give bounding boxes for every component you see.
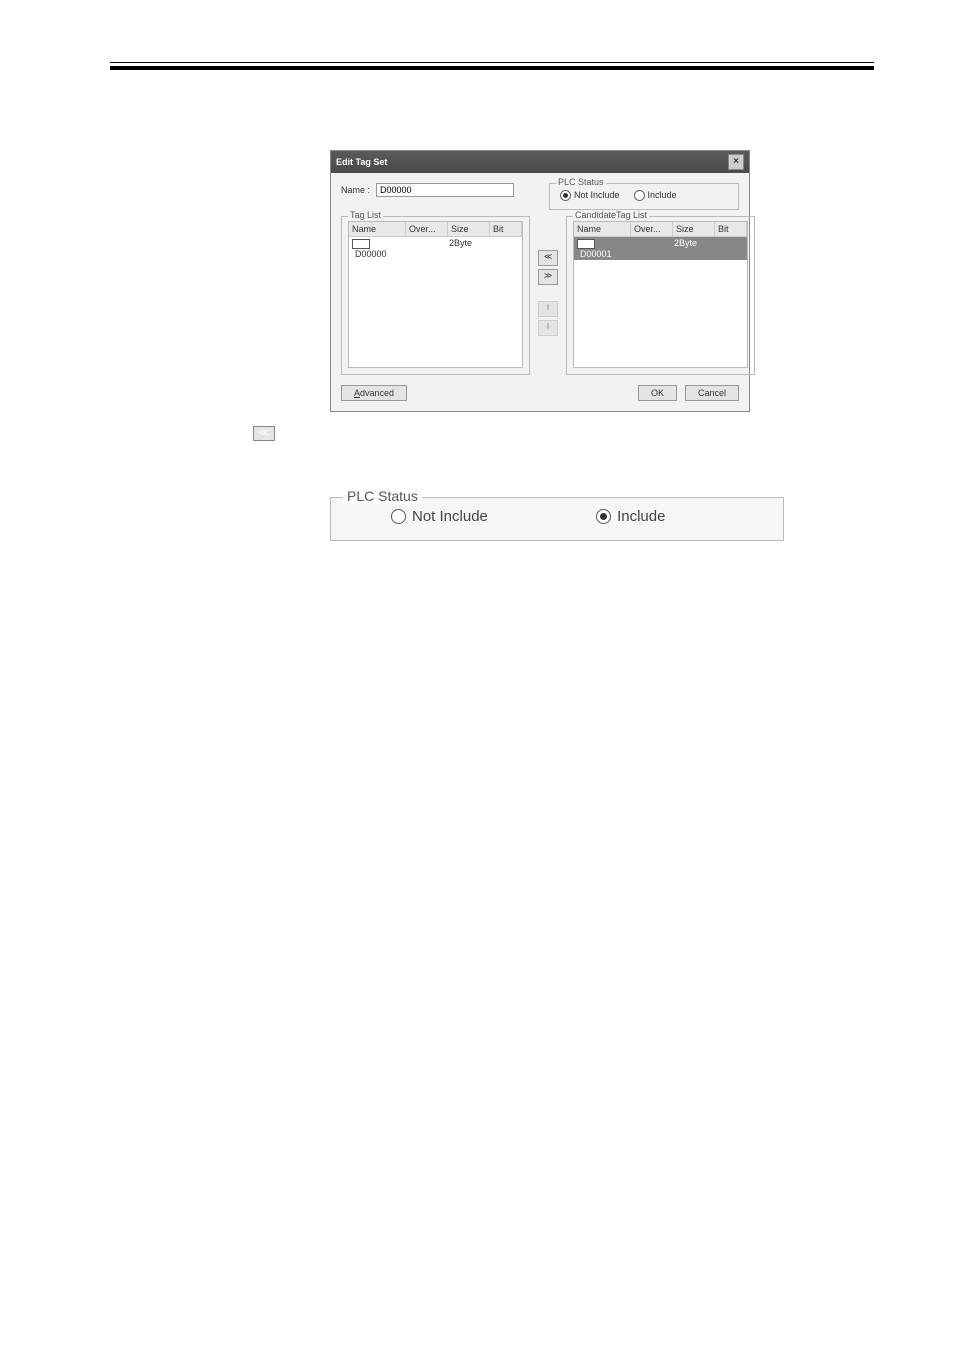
step-8-label: 8. — [110, 551, 200, 660]
step-6-label: 6. — [110, 424, 200, 442]
move-up-button: ⬆ — [538, 301, 558, 317]
advanced-button[interactable]: Advanced — [341, 385, 407, 401]
list-item[interactable]: D00000 2Byte — [349, 237, 522, 260]
list-item[interactable]: D00001 2Byte — [574, 237, 747, 260]
plc-status-label: PLC Status — [556, 177, 606, 187]
move-down-button: ⬇ — [538, 320, 558, 336]
rule-thick — [110, 66, 874, 70]
move-left-button[interactable]: ≪ — [538, 250, 558, 266]
radio-include[interactable]: Include — [634, 190, 677, 201]
name-label: Name : — [341, 185, 370, 195]
step-8-text: In the Tag List Area on the left, the ta… — [200, 551, 874, 660]
plc-status-screenshot: PLC Status Not Include Include — [330, 497, 784, 541]
step-9-label: 9. — [110, 668, 200, 686]
page-number: 166 — [110, 1177, 874, 1191]
big-radio-include[interactable]: Include — [596, 508, 665, 525]
step-5-label: 5. — [110, 120, 200, 138]
tag-list-label: Tag List — [348, 210, 383, 220]
step-7-label: 7. — [110, 451, 200, 487]
move-right-button[interactable]: ≫ — [538, 269, 558, 285]
ok-button[interactable]: OK — [638, 385, 677, 401]
step-6-text: Click the ≪ Button to add the selected c… — [200, 424, 874, 442]
step-5-text: In the Candidate Tag List Area, click th… — [200, 120, 874, 138]
step-10-label: 10. — [110, 694, 200, 712]
step-9-text: When you are finished editing, click the… — [200, 668, 874, 686]
step-11-text: Double-click the other device's icon (he… — [200, 720, 874, 756]
edit-tag-set-dialog-screenshot: Edit Tag Set × Name : PLC Status — [330, 150, 750, 412]
dialog-title: Edit Tag Set — [336, 157, 387, 167]
close-icon[interactable]: × — [728, 154, 744, 170]
section-title: 6-2 Tag Data Link Functions — [110, 40, 269, 54]
step-7-text: To include the PLC status in the tag set… — [200, 451, 874, 487]
name-input[interactable] — [376, 183, 514, 197]
move-left-icon: ≪ — [253, 426, 275, 441]
candidate-list-label: CandidateTag List — [573, 210, 649, 220]
plc-status-big-label: PLC Status — [343, 488, 422, 504]
tag-list[interactable]: Name Over... Size Bit D00000 2Byte — [348, 221, 523, 368]
section-right: Section 6-2 — [810, 40, 874, 54]
rule-thin — [110, 62, 874, 63]
step-11-label: 11. — [110, 720, 200, 756]
step-10-text: After creating all of the required tag s… — [200, 694, 874, 712]
radio-not-include[interactable]: Not Include — [560, 190, 620, 201]
big-radio-not-include[interactable]: Not Include — [391, 508, 488, 525]
candidate-tag-list[interactable]: Name Over... Size Bit D00001 2Byte — [573, 221, 748, 368]
cancel-button[interactable]: Cancel — [685, 385, 739, 401]
